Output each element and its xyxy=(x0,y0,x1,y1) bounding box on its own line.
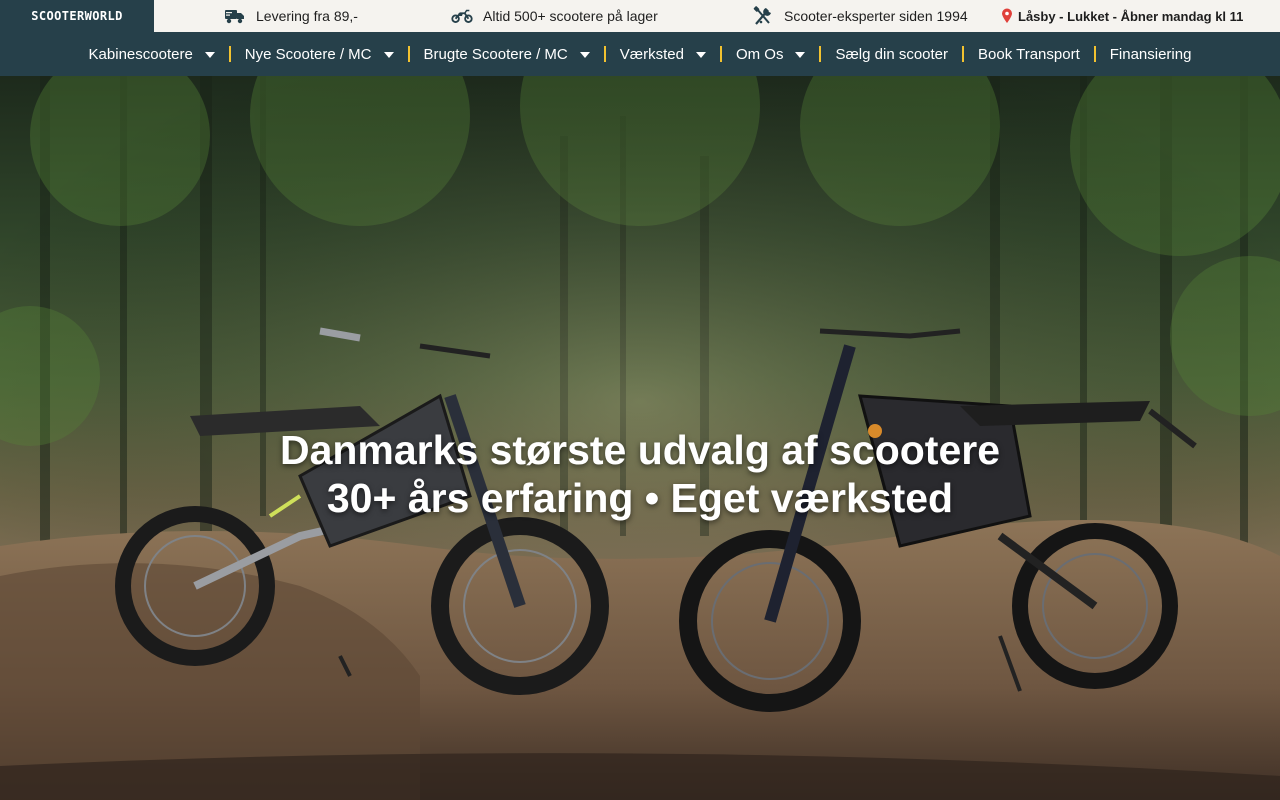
store-status-text: Låsby - Lukket - Åbner mandag kl 11 xyxy=(1018,8,1244,24)
nav-item-label: Finansiering xyxy=(1109,45,1192,63)
nav-item-label: Værksted xyxy=(619,45,684,63)
caret-down-icon xyxy=(695,52,706,58)
caret-down-icon xyxy=(795,52,806,58)
nav-item-kabinescootere[interactable]: Kabinescootere xyxy=(75,32,229,76)
store-location-link[interactable]: Låsby - Lukket - Åbner mandag kl 11 xyxy=(1000,0,1243,32)
hero-title: Danmarks største udvalg af scootere xyxy=(279,427,1001,473)
caret-down-icon xyxy=(579,52,590,58)
nav-item-saelg-din-scooter[interactable]: Sælg din scooter xyxy=(821,32,962,76)
usp-delivery-text: Levering fra 89,- xyxy=(256,8,358,24)
nav-item-label: Book Transport xyxy=(978,45,1080,63)
nav-item-om-os[interactable]: Om Os xyxy=(722,32,820,76)
truck-icon xyxy=(224,7,246,25)
hero-subtitle: 30+ års erfaring • Eget værksted xyxy=(326,475,954,521)
main-nav: Kabinescootere Nye Scootere / MC Brugte … xyxy=(0,32,1280,76)
nav-item-vaerksted[interactable]: Værksted xyxy=(606,32,720,76)
logo-link[interactable]: SCOOTERWORLD xyxy=(0,0,154,32)
nav-item-label: Sælg din scooter xyxy=(835,45,949,63)
nav-item-label: Brugte Scootere / MC xyxy=(423,45,568,63)
usp-stock: Altid 500+ scootere på lager xyxy=(451,0,658,32)
hero-headline: Danmarks største udvalg af scootere 30+ … xyxy=(0,426,1280,522)
motorbike-icon xyxy=(451,7,473,25)
nav-item-book-transport[interactable]: Book Transport xyxy=(964,32,1094,76)
logo: SCOOTERWORLD xyxy=(31,9,123,23)
nav-item-brugte-scootere[interactable]: Brugte Scootere / MC xyxy=(410,32,604,76)
nav-item-nye-scootere[interactable]: Nye Scootere / MC xyxy=(231,32,408,76)
usp-stock-text: Altid 500+ scootere på lager xyxy=(483,8,658,24)
nav-item-finansiering[interactable]: Finansiering xyxy=(1096,32,1206,76)
top-info-bar: SCOOTERWORLD Levering fra 89,- Altid 500… xyxy=(0,0,1280,32)
usp-experts-text: Scooter-eksperter siden 1994 xyxy=(784,8,968,24)
usp-delivery: Levering fra 89,- xyxy=(224,0,358,32)
map-pin-icon xyxy=(1000,8,1014,24)
nav-item-label: Nye Scootere / MC xyxy=(244,45,372,63)
nav-item-label: Kabinescootere xyxy=(88,45,193,63)
tools-icon xyxy=(752,6,774,25)
usp-experts: Scooter-eksperter siden 1994 xyxy=(752,0,968,32)
nav-item-label: Om Os xyxy=(735,45,784,63)
hero-banner: Danmarks største udvalg af scootere 30+ … xyxy=(0,76,1280,800)
caret-down-icon xyxy=(383,52,394,58)
caret-down-icon xyxy=(204,52,215,58)
